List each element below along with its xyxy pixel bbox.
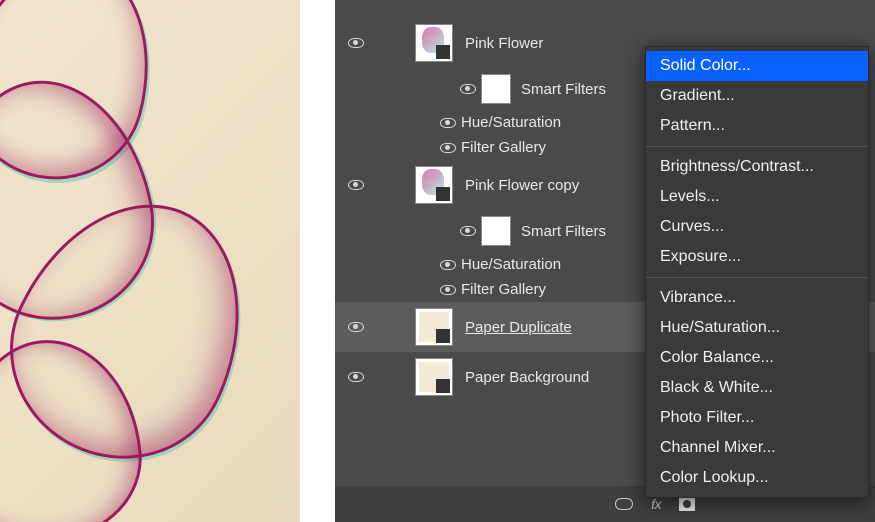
filter-name: Hue/Saturation: [461, 256, 561, 273]
filter-name: Filter Gallery: [461, 281, 546, 298]
menu-levels[interactable]: Levels...: [646, 182, 868, 212]
eye-icon: [440, 118, 456, 128]
menu-hue-saturation[interactable]: Hue/Saturation...: [646, 313, 868, 343]
canvas-area[interactable]: [0, 0, 335, 522]
add-mask-icon[interactable]: [679, 497, 695, 511]
visibility-toggle[interactable]: [343, 38, 369, 48]
menu-vibrance[interactable]: Vibrance...: [646, 283, 868, 313]
filter-mask-thumbnail[interactable]: [481, 74, 511, 104]
visibility-toggle[interactable]: [435, 118, 461, 128]
layer-thumbnail[interactable]: [415, 308, 453, 346]
smart-filters-label: Smart Filters: [521, 223, 606, 240]
layer-thumbnail[interactable]: [415, 166, 453, 204]
eye-icon: [460, 226, 476, 236]
eye-icon: [440, 143, 456, 153]
menu-color-balance[interactable]: Color Balance...: [646, 343, 868, 373]
layer-name[interactable]: Pink Flower: [465, 35, 543, 52]
artwork-preview: [0, 0, 300, 522]
visibility-toggle[interactable]: [435, 143, 461, 153]
visibility-toggle[interactable]: [455, 226, 481, 236]
menu-curves[interactable]: Curves...: [646, 212, 868, 242]
visibility-toggle[interactable]: [343, 180, 369, 190]
menu-black-white[interactable]: Black & White...: [646, 373, 868, 403]
visibility-toggle[interactable]: [343, 322, 369, 332]
menu-channel-mixer[interactable]: Channel Mixer...: [646, 433, 868, 463]
layer-thumbnail[interactable]: [415, 358, 453, 396]
menu-separator: [646, 277, 868, 278]
visibility-toggle[interactable]: [435, 285, 461, 295]
visibility-toggle[interactable]: [343, 372, 369, 382]
visibility-toggle[interactable]: [435, 260, 461, 270]
filter-mask-thumbnail[interactable]: [481, 216, 511, 246]
link-layers-icon[interactable]: [615, 498, 633, 510]
menu-exposure[interactable]: Exposure...: [646, 242, 868, 272]
menu-brightness-contrast[interactable]: Brightness/Contrast...: [646, 152, 868, 182]
layer-name[interactable]: Paper Background: [465, 369, 589, 386]
eye-icon: [348, 372, 364, 382]
eye-icon: [440, 285, 456, 295]
eye-icon: [440, 260, 456, 270]
eye-icon: [348, 322, 364, 332]
new-fill-adjustment-menu: Solid Color... Gradient... Pattern... Br…: [645, 46, 869, 498]
menu-photo-filter[interactable]: Photo Filter...: [646, 403, 868, 433]
menu-gradient[interactable]: Gradient...: [646, 81, 868, 111]
eye-icon: [460, 84, 476, 94]
filter-name: Hue/Saturation: [461, 114, 561, 131]
layer-name[interactable]: Pink Flower copy: [465, 177, 579, 194]
visibility-toggle[interactable]: [455, 84, 481, 94]
eye-icon: [348, 180, 364, 190]
menu-pattern[interactable]: Pattern...: [646, 111, 868, 141]
filter-name: Filter Gallery: [461, 139, 546, 156]
menu-separator: [646, 146, 868, 147]
eye-icon: [348, 38, 364, 48]
layers-panel: Pink Flower Smart Filters Hue/Saturation…: [335, 0, 875, 522]
menu-color-lookup[interactable]: Color Lookup...: [646, 463, 868, 493]
layer-name[interactable]: Paper Duplicate: [465, 319, 572, 336]
fx-icon[interactable]: fx: [651, 496, 661, 512]
menu-solid-color[interactable]: Solid Color...: [646, 51, 868, 81]
layer-thumbnail[interactable]: [415, 24, 453, 62]
smart-filters-label: Smart Filters: [521, 81, 606, 98]
